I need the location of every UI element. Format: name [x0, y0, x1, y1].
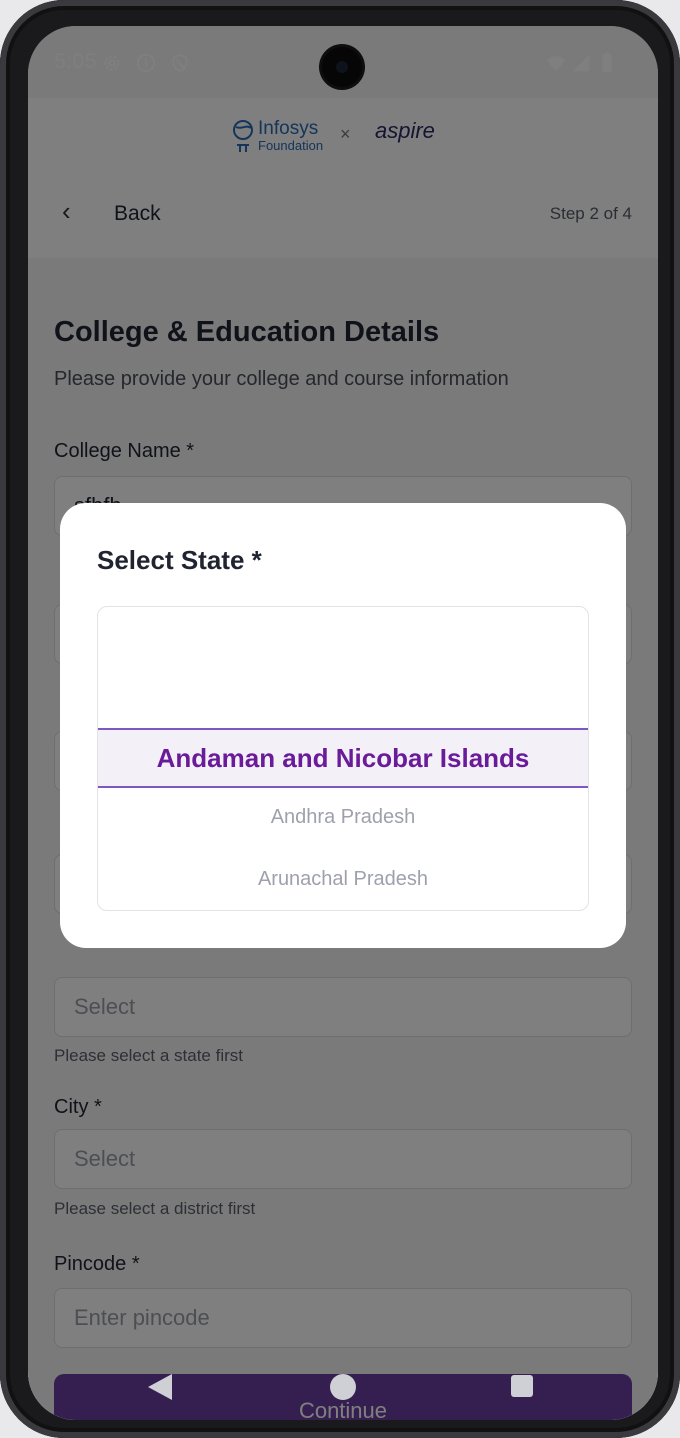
nav-home-icon[interactable] — [330, 1374, 356, 1400]
select-state-modal: Select State * Andaman and Nicobar Islan… — [60, 503, 626, 948]
modal-title: Select State * — [97, 545, 262, 575]
picker-selected-option[interactable]: Andaman and Nicobar Islands — [98, 728, 588, 788]
picker-option[interactable]: Arunachal Pradesh — [98, 868, 588, 891]
phone-frame: 5:05 — [0, 0, 680, 1438]
system-nav-bar — [28, 1352, 658, 1420]
nav-recents-icon[interactable] — [511, 1375, 533, 1397]
screen: 5:05 — [28, 26, 658, 1420]
nav-back-icon[interactable] — [148, 1374, 172, 1400]
picker-option[interactable]: Andhra Pradesh — [98, 806, 588, 829]
state-picker[interactable]: Andaman and Nicobar Islands Andhra Prade… — [97, 606, 589, 911]
